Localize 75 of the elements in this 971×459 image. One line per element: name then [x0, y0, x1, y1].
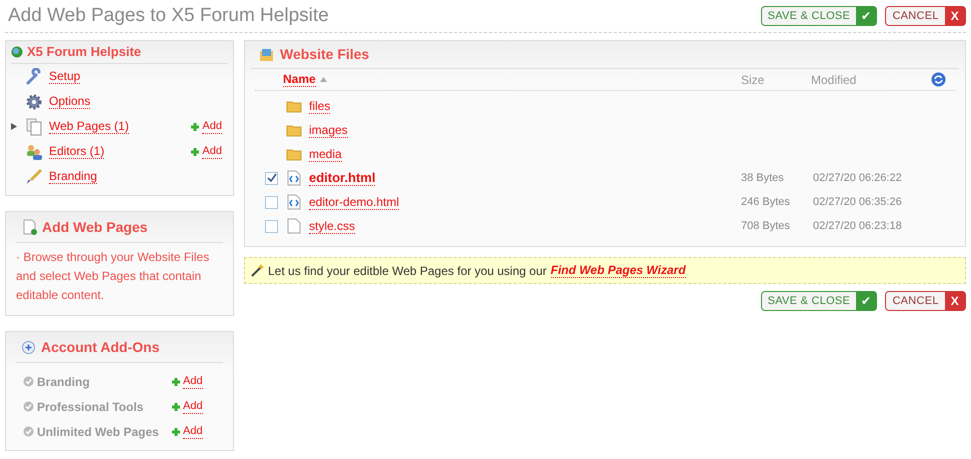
modified-date: 02/27/20 06:35:26 [813, 194, 903, 210]
row-checkbox[interactable] [265, 172, 278, 184]
pages-icon [25, 118, 43, 136]
add-link[interactable]: Add [183, 424, 203, 439]
nav-link[interactable]: Setup [49, 69, 80, 84]
panel-title: Add Web Pages [42, 218, 148, 237]
people-icon [25, 142, 43, 160]
plus-icon [171, 402, 181, 412]
sort-up-icon [320, 77, 327, 82]
plus-icon [190, 146, 200, 156]
cancel-button[interactable]: CANCEL X [885, 291, 966, 311]
folder-icon [286, 148, 302, 160]
plus-icon [190, 122, 200, 132]
plus-circle-icon [22, 340, 35, 354]
file-icon [287, 218, 301, 234]
row-checkbox[interactable] [265, 196, 278, 208]
check-icon: ✔ [856, 292, 876, 310]
panel-description: · Browse through your Website Files and select Web Pages that contain editable content. [16, 249, 210, 304]
panel-title: X5 Forum Helpsite [27, 43, 142, 62]
save-close-button[interactable]: SAVE & CLOSE ✔ [760, 291, 878, 311]
file-link[interactable]: images [309, 122, 348, 138]
modified-date: 02/27/20 06:26:22 [813, 170, 903, 186]
add-link[interactable]: Add [202, 144, 222, 159]
folder-image-icon [259, 48, 274, 62]
add-link[interactable]: Add [183, 399, 203, 414]
brush-icon [25, 168, 43, 186]
file-link[interactable]: editor-demo.html [309, 194, 400, 210]
panel-title: Account Add-Ons [41, 338, 160, 356]
add-link[interactable]: Add [183, 374, 203, 389]
wizard-link[interactable]: Find Web Pages Wizard [550, 263, 686, 278]
nav-link[interactable]: Web Pages (1) [49, 119, 129, 134]
row-checkbox[interactable] [265, 220, 278, 232]
modified-date: 02/27/20 06:23:18 [813, 218, 903, 234]
wrench-icon [25, 68, 43, 86]
refresh-icon[interactable] [931, 72, 946, 87]
file-link[interactable]: editor.html [309, 170, 376, 186]
file-size: 38 Bytes [741, 170, 785, 186]
file-size: 246 Bytes [741, 194, 791, 210]
check-circle-icon [23, 376, 34, 387]
modified-column-header: Modified [811, 72, 858, 88]
size-column-header: Size [741, 72, 766, 88]
page-title: Add Web Pages to X5 Forum Helpsite [8, 4, 329, 28]
add-link[interactable]: Add [202, 119, 222, 134]
addon-label: Professional Tools [37, 398, 144, 416]
hint-text: Let us find your editble Web Pages for you using our [268, 262, 547, 280]
nav-link[interactable]: Options [49, 94, 90, 109]
cancel-button[interactable]: CANCEL X [885, 6, 966, 26]
folder-icon [286, 100, 302, 112]
check-circle-icon [23, 426, 34, 437]
check-icon: ✔ [856, 7, 876, 25]
addon-label: Unlimited Web Pages [37, 424, 160, 440]
check-icon [266, 173, 276, 183]
file-link[interactable]: files [309, 98, 330, 114]
expand-arrow-icon[interactable] [11, 123, 17, 130]
code-file-icon [287, 170, 301, 186]
nav-link[interactable]: Editors (1) [49, 144, 104, 159]
addon-label: Branding [37, 374, 91, 390]
code-file-icon [287, 194, 301, 210]
file-link[interactable]: media [309, 146, 342, 162]
file-link[interactable]: style.css [309, 218, 356, 234]
close-icon: X [944, 7, 965, 25]
globe-icon [11, 46, 23, 58]
folder-icon [286, 124, 302, 136]
file-size: 708 Bytes [741, 218, 791, 234]
save-close-button[interactable]: SAVE & CLOSE ✔ [760, 6, 878, 26]
gear-icon [25, 92, 43, 110]
panel-title: Website Files [280, 45, 370, 64]
close-icon: X [944, 292, 965, 310]
check-circle-icon [23, 401, 34, 412]
name-column-header[interactable]: Name [283, 72, 316, 87]
plus-icon [171, 376, 181, 386]
magic-wand-icon [251, 264, 264, 277]
plus-icon [171, 426, 181, 436]
new-page-icon [22, 219, 38, 235]
nav-link[interactable]: Branding [49, 169, 98, 184]
